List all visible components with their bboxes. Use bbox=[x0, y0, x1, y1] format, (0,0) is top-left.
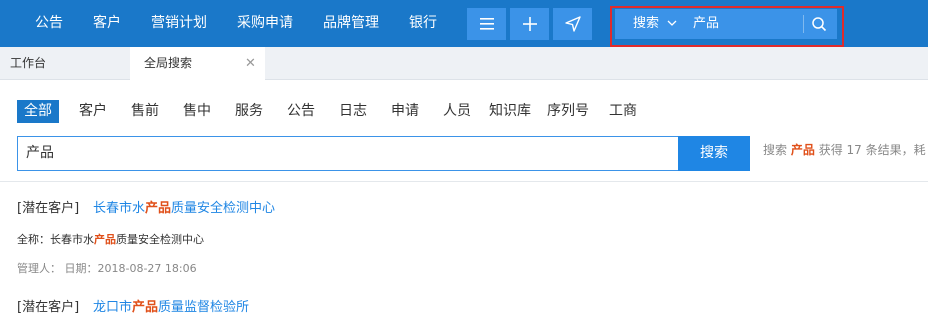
annotation-highlight-box bbox=[610, 6, 844, 47]
category-service[interactable]: 服务 bbox=[235, 100, 263, 123]
result-title-post: 质量监督检验所 bbox=[158, 300, 250, 315]
category-application[interactable]: 申请 bbox=[391, 100, 419, 123]
result-summary: 搜索 产品 获得 17 条结果，耗 bbox=[763, 141, 926, 158]
category-personnel[interactable]: 人员 bbox=[443, 100, 471, 123]
result-title-keyword: 产品 bbox=[145, 201, 172, 216]
nav-item-purchase-request[interactable]: 采购申请 bbox=[237, 0, 293, 47]
category-presale[interactable]: 售前 bbox=[131, 100, 159, 123]
result-title-link[interactable]: 长春市水产品质量安全检测中心 bbox=[93, 197, 275, 216]
result-summary-prefix: 搜索 bbox=[763, 143, 788, 157]
result-type: [潜在客户] bbox=[17, 201, 80, 216]
category-log[interactable]: 日志 bbox=[339, 100, 367, 123]
result-title-keyword: 产品 bbox=[132, 300, 159, 315]
result-full-name: 全称：长春市水产品质量安全检测中心 bbox=[17, 231, 204, 247]
category-announcement[interactable]: 公告 bbox=[287, 100, 315, 123]
result-type: [潜在客户] bbox=[17, 300, 80, 315]
category-all[interactable]: 全部 bbox=[17, 100, 59, 123]
tab-global-search-label: 全局搜索 bbox=[144, 56, 193, 70]
nav-item-marketing-plan[interactable]: 营销计划 bbox=[151, 0, 207, 47]
menu-button[interactable] bbox=[467, 8, 506, 40]
menu-icon bbox=[479, 18, 494, 30]
category-serial-number[interactable]: 序列号 bbox=[547, 100, 589, 123]
nav-item-announcements[interactable]: 公告 bbox=[35, 0, 63, 47]
category-knowledge-base[interactable]: 知识库 bbox=[489, 100, 531, 123]
result-title-pre: 龙口市 bbox=[93, 300, 133, 315]
result-title-post: 质量安全检测中心 bbox=[171, 201, 276, 216]
result-title-pre: 长春市水 bbox=[93, 201, 146, 216]
search-input[interactable]: 产品 bbox=[17, 136, 680, 171]
result-summary-keyword: 产品 bbox=[790, 143, 815, 157]
result-summary-count: 获得 17 条结果，耗 bbox=[818, 143, 926, 157]
nav-item-bank[interactable]: 银行 bbox=[409, 0, 437, 47]
result-title-link[interactable]: 龙口市产品质量监督检验所 bbox=[93, 296, 249, 315]
search-input-value: 产品 bbox=[26, 145, 54, 161]
tab-workbench[interactable]: 工作台 bbox=[10, 47, 46, 80]
search-button[interactable]: 搜索 bbox=[678, 136, 750, 171]
result-full-pre: 全称：长春市水 bbox=[17, 233, 94, 246]
category-business-registry[interactable]: 工商 bbox=[609, 100, 637, 123]
category-customer[interactable]: 客户 bbox=[79, 100, 107, 123]
result-full-post: 质量安全检测中心 bbox=[116, 233, 204, 246]
send-icon bbox=[564, 16, 581, 32]
nav-item-customers[interactable]: 客户 bbox=[93, 0, 121, 47]
result-meta: 管理人： 日期：2018-08-27 18:06 bbox=[17, 262, 197, 275]
plus-icon bbox=[522, 17, 537, 31]
send-button[interactable] bbox=[553, 8, 592, 40]
add-button[interactable] bbox=[510, 8, 549, 40]
divider bbox=[0, 181, 928, 182]
close-icon[interactable]: ✕ bbox=[245, 47, 256, 80]
tab-bar: 工作台 全局搜索 ✕ bbox=[0, 47, 928, 80]
category-insale[interactable]: 售中 bbox=[183, 100, 211, 123]
nav-item-brand-management[interactable]: 品牌管理 bbox=[323, 0, 379, 47]
result-full-keyword: 产品 bbox=[94, 233, 116, 246]
